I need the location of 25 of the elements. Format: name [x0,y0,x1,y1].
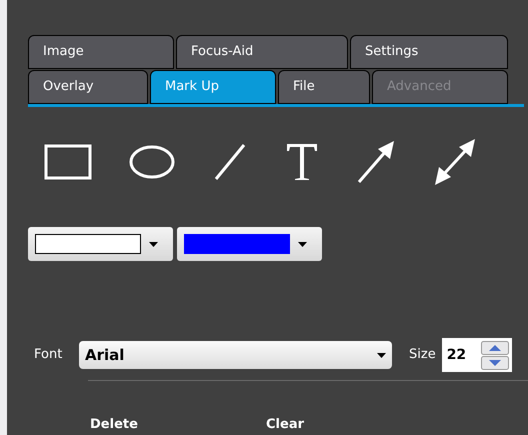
double-arrow-tool-icon[interactable] [433,137,477,187]
size-spinbox[interactable]: 22 [442,338,512,372]
line-tool-icon[interactable] [212,142,248,182]
spin-down-icon[interactable] [480,356,509,370]
tab[interactable]: Image [28,35,174,69]
arrow-tool-icon[interactable] [356,139,396,185]
color-dropdown[interactable] [28,227,173,261]
rectangle-tool-icon[interactable] [44,144,92,180]
spin-up-icon[interactable] [480,340,509,354]
size-value: 22 [446,346,466,364]
color-dropdown[interactable] [177,227,322,261]
caret-icon [298,242,307,246]
tab[interactable]: Settings [350,35,508,69]
size-label: Size [409,346,436,364]
text-tool-icon[interactable] [285,142,319,182]
ellipse-tool-icon[interactable] [129,144,175,180]
action-button[interactable]: Clear [266,415,312,434]
tab[interactable]: Focus-Aid [176,35,348,69]
caret-icon [377,352,386,358]
action-button[interactable]: Delete [90,415,136,434]
tab[interactable]: File [278,70,370,104]
caret-icon [149,242,158,246]
font-dropdown[interactable]: Arial [79,341,392,369]
font-label: Font [33,346,64,364]
tab[interactable]: Overlay [28,70,148,104]
